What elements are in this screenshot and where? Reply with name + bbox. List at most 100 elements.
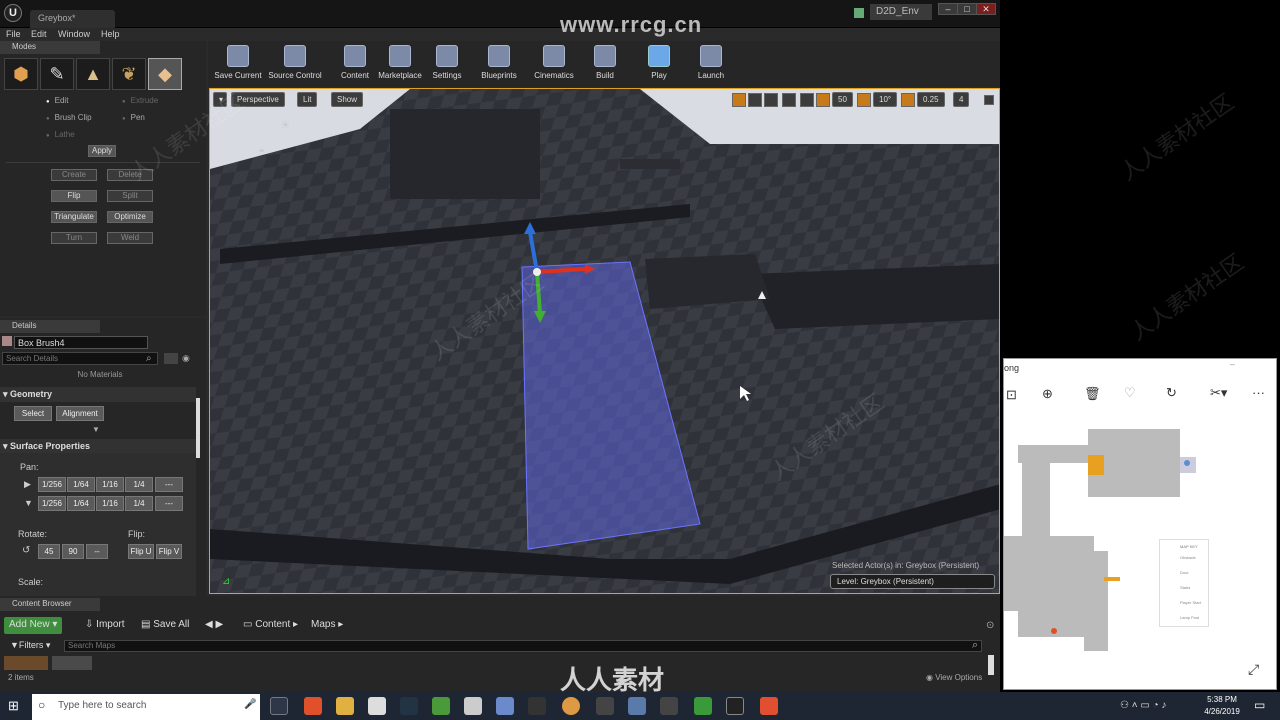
delete-button[interactable]: Delete xyxy=(107,169,153,181)
clock-date[interactable]: 4/26/2019 xyxy=(1200,707,1244,716)
zoom-in-icon[interactable]: ⊕ xyxy=(1042,386,1053,402)
paint-mode-icon[interactable]: ✎ xyxy=(40,58,74,90)
photos-minimize-button[interactable]: – xyxy=(1230,359,1235,369)
unreal-engine-taskbar-icon[interactable] xyxy=(726,697,744,715)
store-icon[interactable] xyxy=(368,697,386,715)
menu-edit[interactable]: Edit xyxy=(31,29,47,39)
surface-snap-icon[interactable] xyxy=(800,93,814,107)
pan-u-custom[interactable]: --- xyxy=(155,477,183,492)
optimize-button[interactable]: Optimize xyxy=(107,211,153,223)
details-tab[interactable]: Details xyxy=(0,320,100,333)
scale-snap-icon[interactable] xyxy=(901,93,915,107)
content-search-input[interactable]: Search Maps xyxy=(64,640,982,652)
select-dropdown[interactable]: Select xyxy=(14,406,52,421)
turn-button[interactable]: Turn xyxy=(51,232,97,244)
rotate-custom-dropdown[interactable]: -- xyxy=(86,544,108,559)
history-back-forward[interactable]: ◀ ▶ xyxy=(200,617,228,634)
epic-launcher-icon[interactable] xyxy=(596,697,614,715)
place-mode-icon[interactable]: ⬢ xyxy=(4,58,38,90)
photos-app-icon[interactable] xyxy=(628,697,646,715)
camera-speed-button[interactable]: 4 xyxy=(953,92,970,107)
eye-icon[interactable]: ◉ xyxy=(182,353,190,364)
geometry-edit-option[interactable]: Edit xyxy=(46,96,69,105)
pan-v-1-4[interactable]: 1/4 xyxy=(125,496,153,511)
minimize-button[interactable]: – xyxy=(938,3,958,15)
app-b-icon[interactable] xyxy=(528,697,546,715)
rotate-icon[interactable]: ↻ xyxy=(1166,385,1177,401)
create-button[interactable]: Create xyxy=(51,169,97,181)
grid-snap-icon[interactable] xyxy=(816,93,830,107)
scale-snap-value[interactable]: 0.25 xyxy=(917,92,945,107)
weld-button[interactable]: Weld xyxy=(107,232,153,244)
world-space-icon[interactable] xyxy=(782,93,796,107)
scale-tool-icon[interactable] xyxy=(764,93,778,107)
epic-games-icon[interactable] xyxy=(660,697,678,715)
app-icon[interactable] xyxy=(496,697,514,715)
modes-tab[interactable]: Modes xyxy=(0,41,100,54)
add-new-button[interactable]: Add New ▾ xyxy=(4,617,63,634)
destiny-icon[interactable] xyxy=(464,697,482,715)
steam-icon[interactable] xyxy=(400,697,418,715)
microphone-icon[interactable]: 🎤 xyxy=(244,699,256,710)
perspective-button[interactable]: Perspective xyxy=(231,92,285,107)
flip-u-button[interactable]: Flip U xyxy=(128,544,154,559)
app-c-icon[interactable] xyxy=(694,697,712,715)
windows-start-icon[interactable]: ⊞ xyxy=(8,698,19,714)
grid-snap-value[interactable]: 50 xyxy=(832,92,853,107)
details-scrollbar[interactable] xyxy=(196,398,200,458)
geometry-section-header[interactable]: ▾ Geometry xyxy=(0,387,196,402)
favorite-icon[interactable]: ♡ xyxy=(1124,385,1136,401)
app-d-icon[interactable] xyxy=(760,697,778,715)
view-options-button[interactable]: ◉ View Options xyxy=(926,673,982,682)
nvidia-icon[interactable] xyxy=(432,697,450,715)
maximize-viewport-icon[interactable] xyxy=(984,95,994,105)
maximize-button[interactable]: □ xyxy=(957,3,977,15)
split-button[interactable]: Split xyxy=(107,190,153,202)
pan-u-1-16[interactable]: 1/16 xyxy=(96,477,124,492)
rotate-45-button[interactable]: 45 xyxy=(38,544,60,559)
file-explorer-icon[interactable] xyxy=(336,697,354,715)
flip-button[interactable]: Flip xyxy=(51,190,97,202)
rotate-tool-icon[interactable] xyxy=(748,93,762,107)
pan-v-1-16[interactable]: 1/16 xyxy=(96,496,124,511)
notifications-icon[interactable]: ▭ xyxy=(1254,698,1265,712)
lock-icon[interactable]: ⊙ xyxy=(986,620,994,631)
level-viewport[interactable]: ☀ ◓ ⊿ ▾ Perspective Lit Show 50 10° 0.25… xyxy=(209,88,1000,594)
flip-v-button[interactable]: Flip V xyxy=(156,544,182,559)
pan-v-1-256[interactable]: 1/256 xyxy=(38,496,66,511)
alignment-dropdown[interactable]: Alignment xyxy=(56,406,104,421)
pan-u-1-4[interactable]: 1/4 xyxy=(125,477,153,492)
expand-icon[interactable]: ⤢ xyxy=(1248,661,1259,678)
rotation-snap-icon[interactable] xyxy=(857,93,871,107)
menu-help[interactable]: Help xyxy=(101,29,120,39)
pan-v-1-64[interactable]: 1/64 xyxy=(67,496,95,511)
surface-properties-header[interactable]: ▾ Surface Properties xyxy=(0,439,196,454)
foliage-mode-icon[interactable]: ❦ xyxy=(112,58,146,90)
geometry-lathe-option[interactable]: Lathe xyxy=(46,130,75,139)
apply-button[interactable]: Apply xyxy=(88,145,116,157)
task-view-icon[interactable] xyxy=(270,697,288,715)
filters-dropdown[interactable]: ▼Filters ▾ xyxy=(10,640,50,651)
menu-file[interactable]: File xyxy=(6,29,21,39)
breadcrumb-maps[interactable]: Maps ▸ xyxy=(306,617,348,634)
cinematics-button[interactable]: Cinematics xyxy=(525,43,583,83)
show-button[interactable]: Show xyxy=(331,92,364,107)
delete-icon[interactable]: 🗑 xyxy=(1084,386,1101,402)
edit-create-icon[interactable]: ✂▾ xyxy=(1210,385,1227,401)
geometry-extrude-option[interactable]: Extrude xyxy=(122,96,159,105)
menu-window[interactable]: Window xyxy=(58,29,90,39)
grid-view-icon[interactable] xyxy=(164,353,178,364)
build-button[interactable]: Build xyxy=(576,43,634,83)
rotation-snap-value[interactable]: 10° xyxy=(873,92,898,107)
slideshow-icon[interactable]: ⊡ xyxy=(1006,387,1017,403)
settings-button[interactable]: Settings xyxy=(418,43,476,83)
taskbar-search-input[interactable]: Type here to search xyxy=(32,694,260,720)
lit-button[interactable]: Lit xyxy=(297,92,318,107)
source-control-button[interactable]: Source Control xyxy=(266,43,324,83)
map-asset-thumbnail-2[interactable] xyxy=(52,656,92,670)
clock-time[interactable]: 5:38 PM xyxy=(1200,695,1244,704)
geometry-pen-option[interactable]: Pen xyxy=(122,113,145,122)
geometry-edit-mode-icon[interactable]: ◆ xyxy=(148,58,182,90)
close-button[interactable]: ✕ xyxy=(976,3,996,15)
pan-u-1-64[interactable]: 1/64 xyxy=(67,477,95,492)
